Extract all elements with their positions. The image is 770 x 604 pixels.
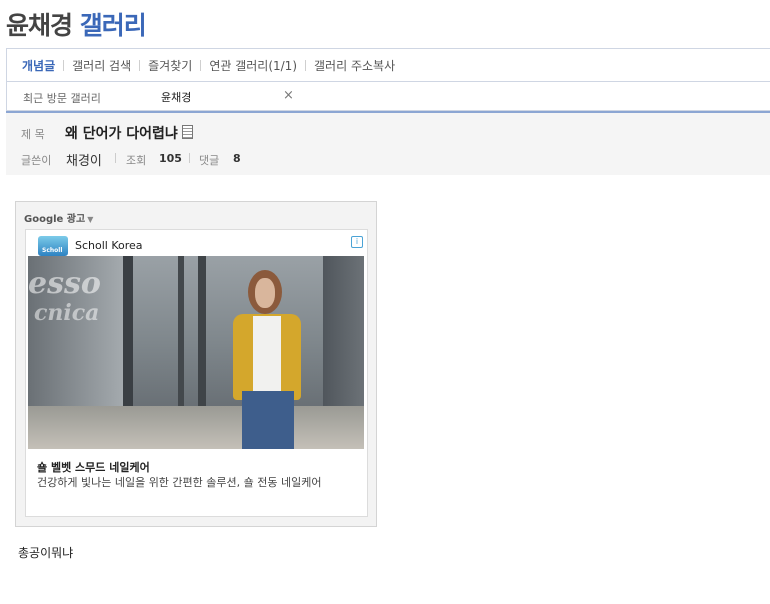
recent-galleries-bar: 최근 방문 갤러리 윤채경 × bbox=[6, 81, 770, 111]
ad-headline[interactable]: 숄 벨벳 스무드 네일케어 bbox=[37, 459, 150, 475]
gallery-title[interactable]: 윤채경 갤러리 bbox=[6, 6, 147, 42]
ad-description[interactable]: 건강하게 빛나는 네일을 위한 간편한 솔루션, 숄 전동 네일케어 bbox=[37, 475, 357, 490]
advertiser-name[interactable]: Scholl Korea bbox=[75, 239, 143, 252]
recent-galleries-label: 최근 방문 갤러리 bbox=[23, 92, 101, 105]
subject-label: 제 목 bbox=[21, 128, 45, 141]
meta-divider bbox=[189, 153, 190, 163]
menu-copy-gallery-address[interactable]: 갤러리 주소복사 bbox=[306, 57, 403, 74]
image-model-shirt bbox=[253, 316, 281, 392]
gallery-menu-bar: 개념글 갤러리 검색 즐겨찾기 연관 갤러리(1/1) 갤러리 주소복사 bbox=[6, 48, 770, 81]
close-icon[interactable]: × bbox=[283, 88, 294, 103]
image-model-face bbox=[255, 278, 275, 308]
menu-related-galleries[interactable]: 연관 갤러리(1/1) bbox=[201, 57, 305, 74]
comments-count: 8 bbox=[233, 152, 241, 165]
post-header: 제 목 왜 단어가 다어렵냐 글쓴이 채경이 조회 105 댓글 8 bbox=[6, 113, 770, 175]
post-subject: 왜 단어가 다어렵냐 bbox=[65, 123, 193, 143]
google-ad-box: Google 광고 ▼ Scholl Scholl Korea i esso cn… bbox=[15, 201, 377, 527]
writer-label: 글쓴이 bbox=[21, 154, 52, 167]
recent-gallery-link[interactable]: 윤채경 bbox=[161, 89, 191, 105]
post-subject-text: 왜 단어가 다어렵냐 bbox=[65, 126, 178, 142]
menu-gallery-search[interactable]: 갤러리 검색 bbox=[64, 57, 139, 74]
gallery-title-main: 윤채경 bbox=[6, 11, 73, 40]
image-window-lettering: cnica bbox=[34, 300, 100, 326]
image-model-jeans bbox=[242, 391, 294, 449]
advertiser-logo: Scholl bbox=[38, 236, 68, 256]
post-body-text: 총공이뭐냐 bbox=[18, 546, 74, 560]
document-icon bbox=[181, 125, 193, 139]
info-icon[interactable]: i bbox=[351, 236, 363, 248]
menu-favorites[interactable]: 즐겨찾기 bbox=[140, 57, 200, 74]
chevron-down-icon: ▼ bbox=[87, 215, 94, 224]
views-count: 105 bbox=[159, 152, 182, 165]
comments-label: 댓글 bbox=[199, 154, 220, 167]
post-writer[interactable]: 채경이 bbox=[66, 150, 102, 169]
ad-card[interactable]: Scholl Scholl Korea i esso cnica 숄 벨벳 스무… bbox=[25, 229, 368, 517]
menu-recommended-posts[interactable]: 개념글 bbox=[7, 57, 63, 74]
image-floor bbox=[28, 406, 364, 449]
gallery-title-accent: 갤러리 bbox=[79, 11, 147, 40]
ad-label[interactable]: Google 광고 ▼ bbox=[24, 210, 93, 225]
ad-label-text: Google 광고 bbox=[24, 214, 86, 225]
meta-divider bbox=[115, 153, 116, 163]
advertiser-logo-text: Scholl bbox=[42, 247, 63, 254]
views-label: 조회 bbox=[126, 154, 147, 167]
image-window-lettering: esso bbox=[28, 266, 101, 301]
ad-image[interactable]: esso cnica bbox=[28, 256, 364, 449]
